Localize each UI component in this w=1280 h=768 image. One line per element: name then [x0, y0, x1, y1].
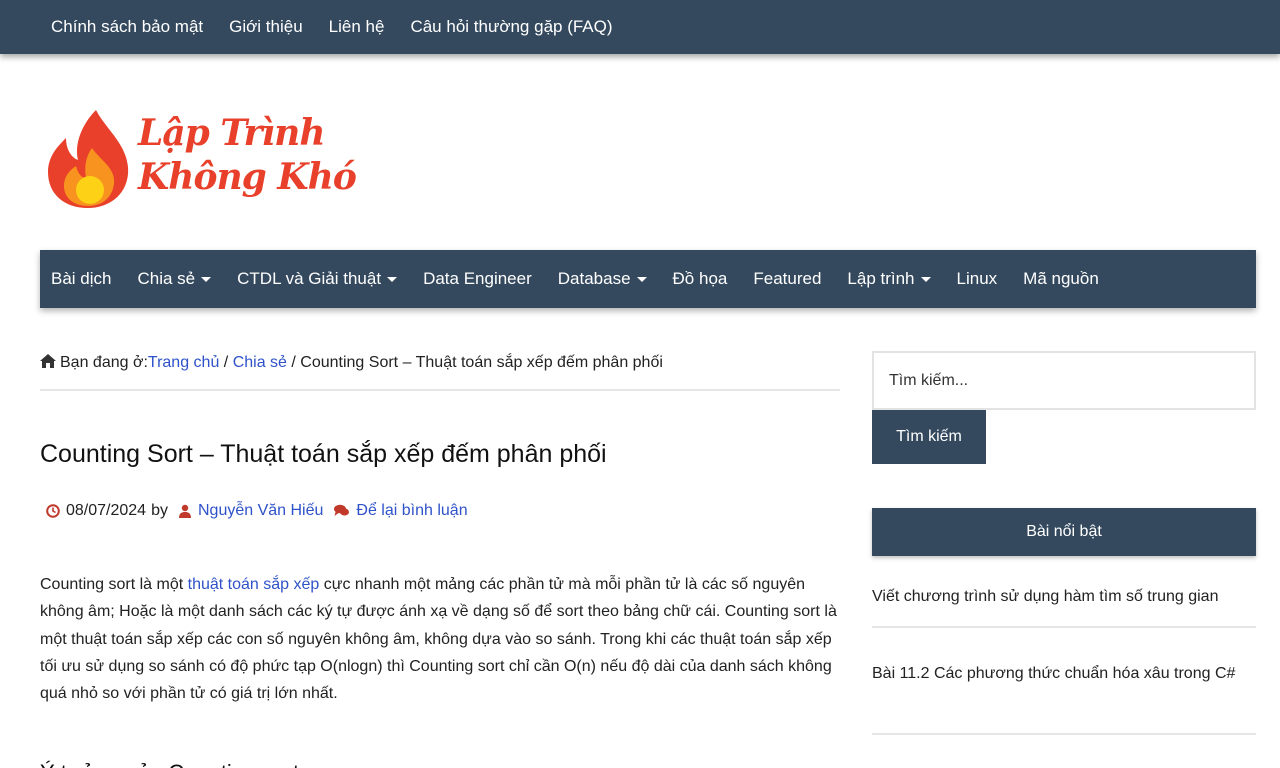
nav-item-ma-nguon[interactable]: Mã nguồn — [1023, 269, 1099, 289]
top-menu: Chính sách bảo mật Giới thiệu Liên hệ Câ… — [0, 0, 1280, 54]
nav-item-label: Chia sẻ — [137, 269, 196, 288]
top-menu-item-faq[interactable]: Câu hỏi thường gặp (FAQ) — [410, 17, 612, 37]
breadcrumb-prefix: Bạn đang ở: — [60, 354, 148, 371]
user-icon — [178, 504, 191, 518]
breadcrumb-category-link[interactable]: Chia sẻ — [233, 354, 287, 371]
article-meta: 08/07/2024 by Nguyễn Văn Hiếu Để lại bìn… — [46, 502, 468, 520]
nav-item-label: Featured — [753, 269, 822, 288]
nav-item-bai-dich[interactable]: Bài dịch — [51, 269, 111, 289]
section-heading-clip: Ý tưởng của Counting sort — [40, 752, 440, 768]
top-bar: Chính sách bảo mật Giới thiệu Liên hệ Câ… — [0, 0, 1280, 54]
main-nav: Bài dịch Chia sẻ CTDL và Giải thuật Data… — [40, 250, 1256, 308]
chevron-down-icon — [387, 276, 398, 282]
logo-text-line2: Không Khó — [138, 156, 357, 198]
nav-item-label: Database — [557, 269, 631, 288]
nav-item-lap-trinh[interactable]: Lập trình — [847, 269, 931, 289]
nav-item-label: Bài dịch — [51, 269, 112, 288]
author-link[interactable]: Nguyễn Văn Hiếu — [198, 502, 323, 520]
top-menu-item-contact[interactable]: Liên hệ — [329, 17, 385, 37]
nav-item-chia-se[interactable]: Chia sẻ — [137, 269, 212, 289]
nav-item-linux[interactable]: Linux — [957, 269, 998, 289]
paragraph-text: Counting sort là một — [40, 576, 188, 593]
top-menu-item-about[interactable]: Giới thiệu — [229, 17, 303, 37]
featured-post-link[interactable]: Viết chương trình sử dụng hàm tìm số tru… — [872, 583, 1256, 628]
logo-text-line1: Lập Trình — [138, 112, 326, 154]
search-input[interactable] — [872, 351, 1256, 410]
nav-item-do-hoa[interactable]: Đồ họa — [673, 269, 728, 289]
featured-post-link[interactable]: Bài 11.2 Các phương thức chuẩn hóa xâu t… — [872, 660, 1256, 735]
article-title: Counting Sort – Thuật toán sắp xếp đếm p… — [40, 440, 607, 468]
featured-posts-title: Bài nổi bật — [872, 508, 1256, 556]
nav-item-label: CTDL và Giải thuật — [237, 269, 382, 288]
chevron-down-icon — [201, 276, 212, 282]
nav-item-label: Lập trình — [847, 269, 915, 288]
clock-icon — [46, 504, 60, 518]
breadcrumb-home-link[interactable]: Trang chủ — [148, 354, 219, 371]
nav-item-data-engineer[interactable]: Data Engineer — [423, 269, 532, 289]
site-logo[interactable]: Lập Trình Không Khó — [46, 108, 357, 210]
article-intro-paragraph: Counting sort là một thuật toán sắp xếp … — [40, 571, 840, 707]
nav-item-database[interactable]: Database — [558, 269, 647, 289]
comments-icon — [334, 504, 350, 516]
comment-link[interactable]: Để lại bình luận — [356, 502, 467, 520]
nav-item-ctdl[interactable]: CTDL và Giải thuật — [237, 269, 398, 289]
section-heading: Ý tưởng của Counting sort — [40, 760, 440, 768]
breadcrumb-current: Counting Sort – Thuật toán sắp xếp đếm p… — [300, 354, 663, 371]
nav-item-label: Mã nguồn — [1023, 269, 1099, 288]
breadcrumb: Bạn đang ở:Trang chủ / Chia sẻ / Countin… — [40, 354, 840, 391]
chevron-down-icon — [920, 276, 931, 282]
paragraph-text: cực nhanh một mảng các phần tử mà mỗi ph… — [40, 576, 837, 703]
top-menu-item-privacy[interactable]: Chính sách bảo mật — [51, 17, 203, 37]
search-button[interactable]: Tìm kiếm — [872, 410, 986, 464]
nav-item-label: Đồ họa — [672, 269, 728, 288]
home-icon — [40, 354, 56, 368]
breadcrumb-separator: / — [219, 354, 233, 371]
post-date: 08/07/2024 — [66, 502, 147, 519]
nav-item-featured[interactable]: Featured — [753, 269, 821, 289]
by-label: by — [151, 502, 168, 519]
flame-logo-icon — [48, 110, 129, 208]
nav-item-label: Data Engineer — [423, 269, 532, 288]
nav-item-label: Linux — [956, 269, 998, 288]
main-menu: Bài dịch Chia sẻ CTDL và Giải thuật Data… — [40, 250, 1256, 308]
breadcrumb-separator: / — [286, 354, 301, 371]
chevron-down-icon — [636, 276, 647, 282]
sorting-algorithm-link[interactable]: thuật toán sắp xếp — [188, 576, 320, 593]
